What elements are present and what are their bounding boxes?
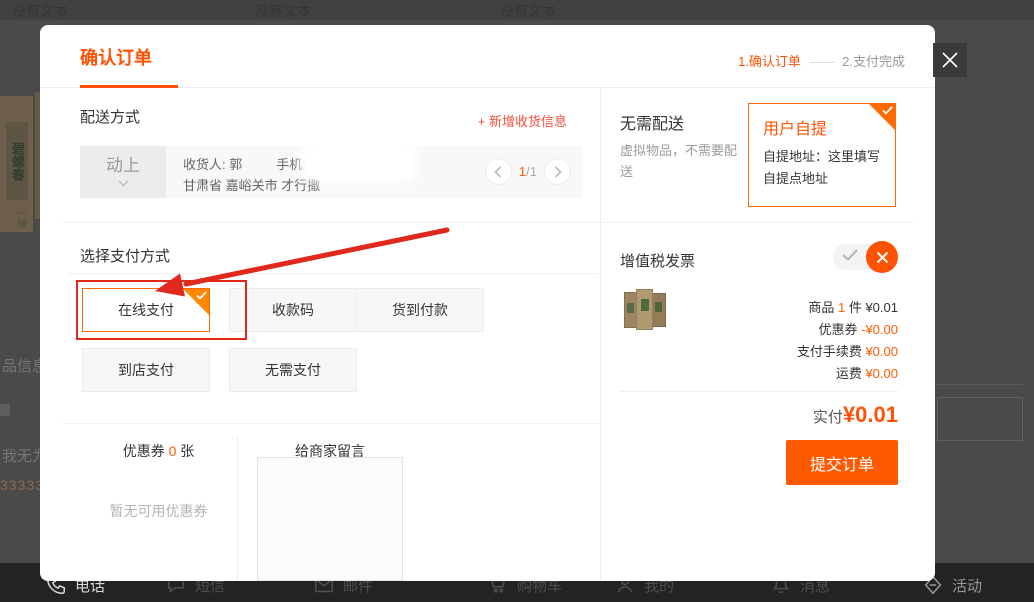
step-separator: ——: [811, 54, 833, 69]
invoice-toggle[interactable]: [833, 244, 895, 270]
close-dialog-button[interactable]: [933, 43, 967, 77]
pager-position: 1/1: [519, 164, 537, 179]
background-tab: 没有文本: [500, 1, 556, 21]
item-unit: 件: [849, 300, 862, 315]
dialog-title: 确认订单: [80, 44, 152, 70]
address-info: 收货人: 郭 手机: 甘肃省 嘉峪关市 才行撒: [183, 154, 320, 196]
submit-order-button[interactable]: 提交订单: [786, 440, 898, 485]
coupon-row-label: 优惠券: [818, 322, 857, 337]
check-icon: [882, 106, 893, 115]
fee-amount: ¥0.00: [865, 344, 898, 359]
delivery-heading: 配送方式: [80, 106, 140, 127]
section-divider: [62, 222, 913, 223]
shipping-amount: ¥0.00: [865, 366, 898, 381]
carrier-label: 动上: [106, 157, 140, 175]
merchant-message-input[interactable]: [257, 457, 403, 581]
summary-divider: [620, 391, 898, 392]
payment-divider: [68, 273, 598, 274]
payment-heading: 选择支付方式: [80, 245, 170, 266]
product-thumbnail: [624, 287, 668, 331]
item-label: 商品: [808, 300, 834, 315]
payment-option-label: 到店支付: [118, 360, 174, 380]
step-confirm-order: 1.确认订单: [738, 54, 801, 69]
invoice-heading: 增值税发票: [620, 250, 695, 271]
payment-option-label: 在线支付: [118, 300, 174, 320]
summary-total-row: 实付¥0.01: [813, 402, 898, 428]
phone-label: 手机:: [276, 157, 306, 172]
payment-option-qrcode[interactable]: 收款码: [229, 288, 357, 332]
coupon-title: 优惠券 0 张: [80, 441, 237, 461]
toggle-knob-off: [866, 241, 898, 273]
check-icon: [842, 249, 858, 261]
item-amount: ¥0.01: [865, 300, 898, 315]
add-address-link[interactable]: + 新增收货信息: [478, 111, 567, 130]
recipient-label: 收货人:: [183, 157, 226, 172]
shipping-label: 运费: [836, 366, 862, 381]
column-divider: [600, 88, 601, 581]
pager-prev-button[interactable]: [485, 158, 512, 185]
coupon-unit: 张: [180, 443, 194, 459]
payment-option-instore[interactable]: 到店支付: [82, 348, 210, 392]
bg-field-outline: [937, 397, 1023, 441]
coupon-count: 0: [169, 443, 177, 459]
recipient-line: 收货人: 郭 手机:: [183, 154, 320, 175]
phone-number-blur: [308, 148, 410, 175]
bg-divider: [935, 384, 1023, 385]
screen: 没有文本 没有文本 没有文本 碧螺春 一级 品信息 我无为 33333333 电…: [0, 0, 1034, 602]
pager-next-button[interactable]: [544, 158, 571, 185]
coupon-label: 优惠券: [123, 443, 165, 459]
payment-option-cod[interactable]: 货到付款: [356, 288, 484, 332]
background-tab: 没有文本: [12, 1, 68, 21]
summary-fee-row: 支付手续费 ¥0.00: [797, 341, 898, 360]
close-icon: [941, 51, 959, 69]
title-underline: [80, 85, 178, 88]
address-line: 甘肃省 嘉峪关市 才行撒: [183, 175, 320, 196]
background-tab: 没有文本: [255, 1, 311, 21]
toolbar-item-label: 活动: [952, 575, 982, 596]
background-product-image: 碧螺春 一级: [0, 96, 34, 232]
payment-option-online[interactable]: 在线支付: [82, 288, 210, 332]
option-user-pickup[interactable]: 用户自提 自提地址：这里填写自提点地址: [748, 103, 896, 207]
item-count: 1: [838, 300, 845, 315]
payment-option-none[interactable]: 无需支付: [229, 348, 357, 392]
recipient-name: 郭: [229, 157, 242, 172]
payment-option-label: 收款码: [272, 300, 314, 320]
address-row[interactable]: 动上 收货人: 郭 手机: 甘肃省 嘉峪关市 才行撒 1/1: [80, 146, 583, 198]
coupon-divider: [62, 423, 600, 424]
pickup-title: 用户自提: [763, 115, 827, 139]
payment-option-label: 无需支付: [265, 360, 321, 380]
summary-item-row: 商品 1 件 ¥0.01: [808, 297, 898, 316]
coupon-empty-text: 暂无可用优惠券: [80, 501, 237, 521]
summary-coupon-row: 优惠券 -¥0.00: [818, 319, 898, 338]
checkout-steps: 1.确认订单 —— 2.支付完成: [738, 51, 905, 70]
address-pager: 1/1: [485, 158, 571, 185]
chevron-right-icon: [554, 166, 562, 178]
chevron-down-icon: [118, 180, 129, 187]
option-no-delivery[interactable]: 无需配送: [620, 110, 684, 134]
total-label: 实付: [813, 409, 843, 426]
background-product-grade: 一级: [6, 208, 28, 228]
carrier-selector[interactable]: 动上: [80, 146, 166, 198]
background-product-name: 碧螺春: [6, 122, 28, 200]
bg-fragment-glyph: [0, 404, 10, 416]
option-no-delivery-desc: 虚拟物品，不需要配送: [620, 140, 746, 182]
x-icon: [876, 251, 889, 264]
order-confirm-dialog: 确认订单 1.确认订单 —— 2.支付完成 配送方式 + 新增收货信息 动上 收…: [40, 25, 935, 581]
chevron-left-icon: [494, 166, 502, 178]
pickup-desc: 自提地址：这里填写自提点地址: [763, 146, 885, 190]
total-amount: ¥0.01: [843, 402, 898, 427]
payment-option-label: 货到付款: [392, 300, 448, 320]
step-payment-done: 2.支付完成: [842, 54, 905, 69]
check-icon: [196, 291, 207, 300]
coupon-amount: -¥0.00: [861, 322, 898, 337]
pager-total: 1: [530, 164, 537, 179]
fee-label: 支付手续费: [797, 344, 862, 359]
summary-shipping-row: 运费 ¥0.00: [836, 363, 898, 382]
background-tab-strip: 没有文本 没有文本 没有文本: [0, 0, 1034, 20]
